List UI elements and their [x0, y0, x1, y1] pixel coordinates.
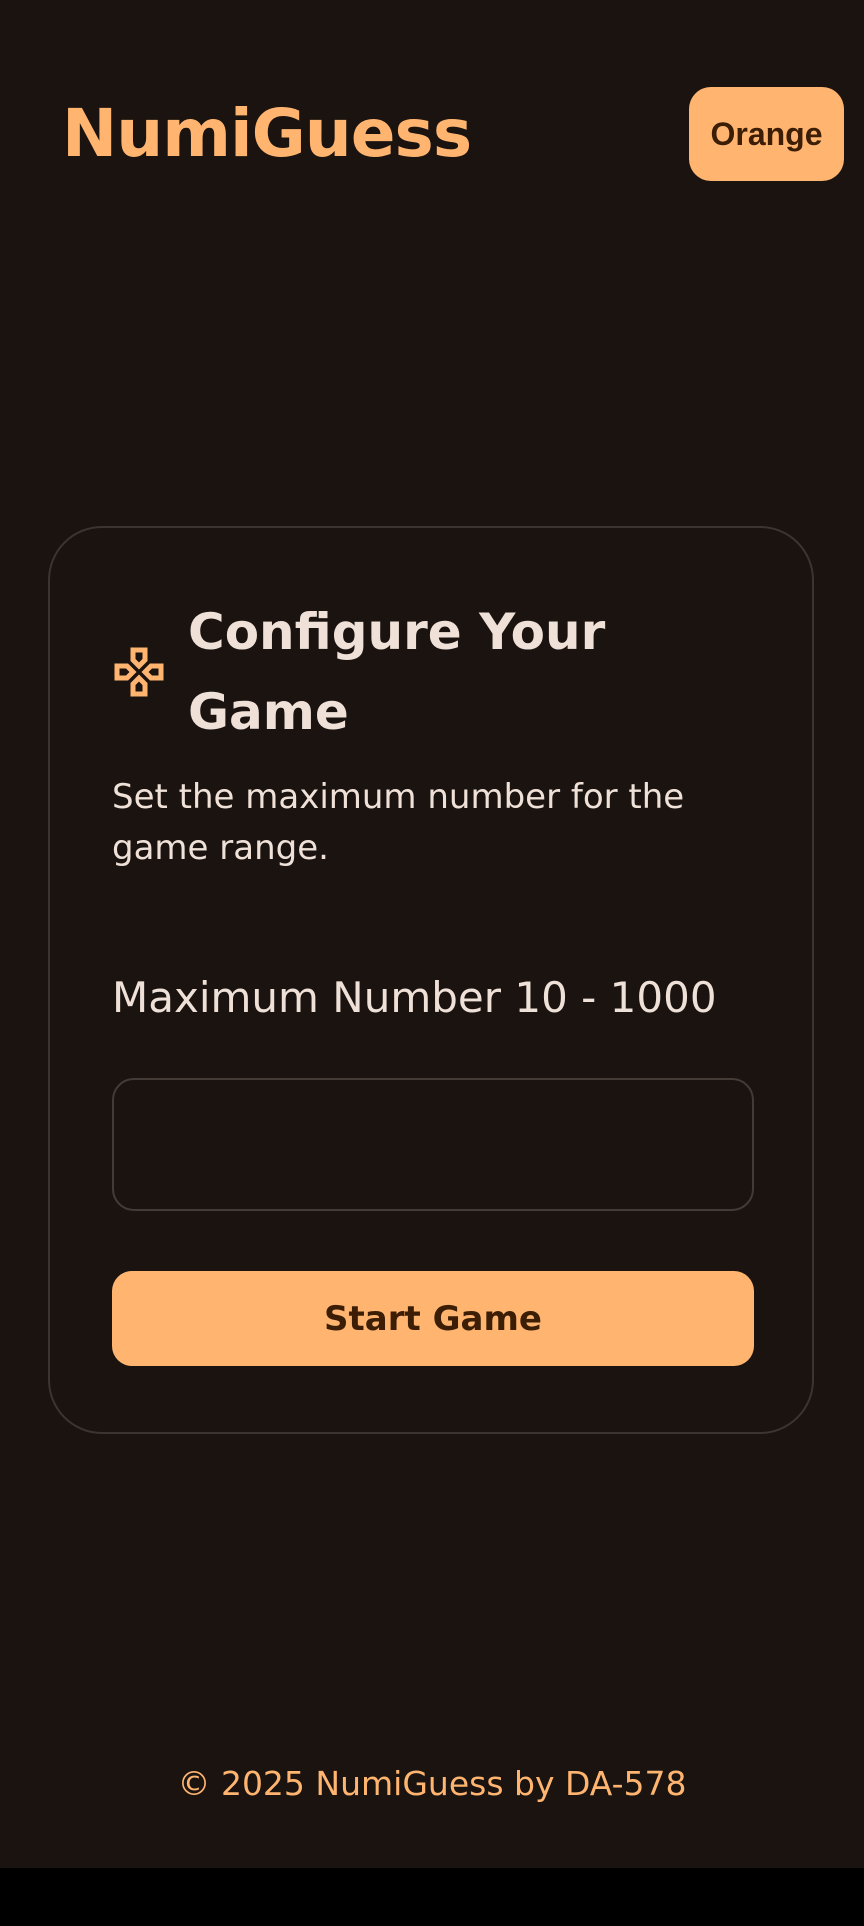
theme-button[interactable]: Orange — [689, 87, 844, 181]
app-screen: NumiGuess Orange Configure Your Game Set… — [0, 0, 864, 1868]
card-title: Configure Your Game — [188, 603, 606, 741]
max-number-input[interactable] — [112, 1078, 754, 1211]
start-game-button[interactable]: Start Game — [112, 1271, 754, 1366]
app-title: NumiGuess — [62, 95, 472, 172]
card-header: Configure Your Game — [114, 592, 774, 752]
config-card: Configure Your Game Set the maximum numb… — [48, 526, 814, 1434]
max-number-label: Maximum Number 10 - 1000 — [112, 973, 717, 1022]
footer-text: © 2025 NumiGuess by DA-578 — [177, 1764, 687, 1803]
card-description: Set the maximum number for the game rang… — [112, 777, 685, 868]
gamepad-icon — [114, 647, 164, 697]
